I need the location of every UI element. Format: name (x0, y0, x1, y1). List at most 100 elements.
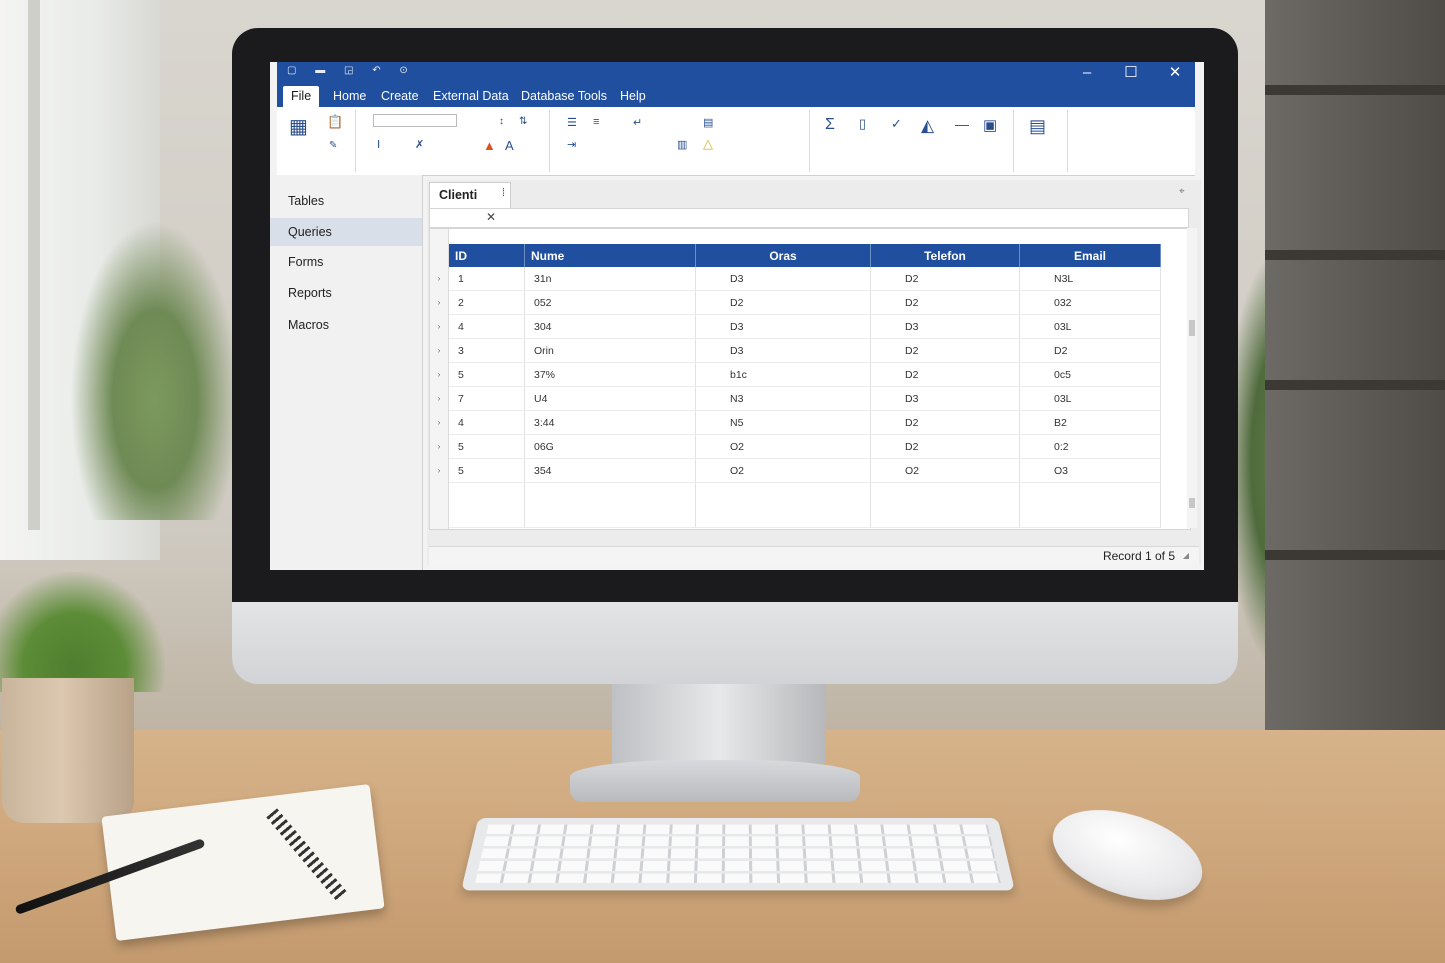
column-header-email[interactable]: Email (1019, 244, 1161, 267)
column-header-oras[interactable]: Oras (695, 244, 871, 267)
table-cell[interactable]: 0:2 (1019, 434, 1161, 459)
table-cell[interactable]: O2 (695, 458, 871, 483)
table-cell[interactable]: 31n (524, 267, 696, 291)
maximize-button[interactable]: ☐ (1111, 62, 1151, 84)
view-icon[interactable]: ▦ (289, 114, 308, 139)
table-row[interactable]: 1 31n D3 D2 N3L (449, 267, 1161, 291)
table-cell[interactable]: U4 (524, 386, 696, 411)
table-cell[interactable]: D3 (870, 314, 1020, 339)
tab-file[interactable]: File (283, 86, 320, 107)
table-cell[interactable]: D2 (870, 362, 1020, 387)
table-cell[interactable]: 0c5 (1019, 362, 1161, 387)
spelling-icon[interactable]: ✓ (891, 116, 902, 132)
table-cell[interactable]: 7 (449, 386, 525, 411)
nav-item-queries[interactable]: Queries (270, 218, 422, 246)
pin-icon[interactable]: ⌖ (1179, 186, 1185, 197)
format-icon[interactable]: ✎ (329, 140, 337, 151)
table-cell[interactable]: 03L (1019, 386, 1161, 411)
nav-item-tables[interactable]: Tables (270, 187, 422, 215)
clipboard-icon[interactable]: 📋 (327, 114, 343, 130)
close-button[interactable]: ✕ (1155, 62, 1195, 84)
table-icon[interactable]: ▥ (677, 138, 687, 151)
table-row[interactable]: 7 U4 N3 D3 03L (449, 386, 1161, 411)
record-selector[interactable]: › (430, 370, 448, 379)
minimize-button[interactable]: – (1067, 62, 1107, 84)
table-cell[interactable]: 37% (524, 362, 696, 387)
table-cell[interactable] (695, 482, 871, 528)
table-cell[interactable]: 03L (1019, 314, 1161, 339)
tab-help[interactable]: Help (612, 86, 654, 107)
table-cell[interactable]: 4 (449, 314, 525, 339)
fill-color-icon[interactable]: ▲ (483, 138, 496, 153)
table-cell[interactable] (524, 482, 696, 528)
table-cell[interactable]: N3L (1019, 267, 1161, 291)
table-cell[interactable]: 5 (449, 458, 525, 483)
bold-icon[interactable]: Ⅰ (377, 138, 380, 151)
records-icon[interactable]: ▯ (859, 116, 866, 132)
table-cell[interactable]: 354 (524, 458, 696, 483)
table-cell[interactable]: 304 (524, 314, 696, 339)
table-cell[interactable]: 032 (1019, 290, 1161, 315)
close-icon[interactable]: ✕ (486, 210, 496, 224)
table-cell[interactable]: D2 (1019, 338, 1161, 363)
table-cell[interactable]: D2 (870, 290, 1020, 315)
record-selector[interactable]: › (430, 418, 448, 427)
table-row[interactable]: 2 052 D2 D2 032 (449, 290, 1161, 315)
table-cell[interactable]: 4 (449, 410, 525, 435)
table-cell[interactable]: 1 (449, 267, 525, 291)
table-cell[interactable]: 06G (524, 434, 696, 459)
table-cell[interactable]: 052 (524, 290, 696, 315)
table-cell[interactable]: N5 (695, 410, 871, 435)
vertical-scrollbar[interactable] (1187, 228, 1197, 528)
table-cell[interactable] (1019, 482, 1161, 528)
tab-create[interactable]: Create (373, 86, 427, 107)
scrollbar-thumb-lower[interactable] (1189, 498, 1195, 508)
totals-icon[interactable]: Σ (825, 116, 835, 134)
table-cell[interactable]: 3:44 (524, 410, 696, 435)
document-tab-clienti[interactable]: Clienti ⁞ (429, 182, 511, 208)
table-cell[interactable]: D2 (870, 338, 1020, 363)
column-header-nume[interactable]: Nume (524, 244, 696, 267)
table-cell[interactable]: D2 (870, 434, 1020, 459)
record-selector[interactable]: › (430, 346, 448, 355)
table-row[interactable]: 5 354 O2 O2 O3 (449, 458, 1161, 483)
sort-icon[interactable]: ↕ (499, 116, 504, 127)
table-cell[interactable]: O2 (870, 458, 1020, 483)
table-cell[interactable]: 3 (449, 338, 525, 363)
table-cell[interactable]: b1c (695, 362, 871, 387)
table-cell[interactable]: O2 (695, 434, 871, 459)
new-record-row[interactable] (449, 482, 1161, 528)
record-selector[interactable]: › (430, 466, 448, 475)
table-cell[interactable]: 2 (449, 290, 525, 315)
table-cell[interactable]: Orin (524, 338, 696, 363)
wrap-icon[interactable]: ↵ (633, 116, 642, 129)
font-color-icon[interactable]: A (505, 138, 514, 153)
record-selector[interactable]: › (430, 442, 448, 451)
indent-icon[interactable]: ⇥ (567, 138, 576, 151)
tab-home[interactable]: Home (325, 86, 374, 107)
table-cell[interactable]: D3 (695, 338, 871, 363)
find-icon[interactable]: ◭ (921, 116, 934, 136)
select-icon[interactable]: ▣ (983, 116, 997, 134)
tab-external-data[interactable]: External Data (425, 86, 517, 107)
table-cell[interactable]: D3 (870, 386, 1020, 411)
search-bar[interactable]: ✕ (429, 208, 1189, 228)
table-row[interactable]: 4 3:44 N5 D2 B2 (449, 410, 1161, 435)
table-cell[interactable] (870, 482, 1020, 528)
table-row[interactable]: 5 37% b1c D2 0c5 (449, 362, 1161, 387)
table-cell[interactable] (449, 482, 525, 528)
column-header-telefon[interactable]: Telefon (870, 244, 1020, 267)
nav-item-forms[interactable]: Forms (270, 248, 422, 276)
table-row[interactable]: 4 304 D3 D3 03L (449, 314, 1161, 339)
highlight-icon[interactable]: △ (703, 136, 713, 152)
text-formatting-icon[interactable]: ▤ (1029, 116, 1046, 137)
strike-icon[interactable]: ✗ (415, 138, 424, 151)
table-cell[interactable]: O3 (1019, 458, 1161, 483)
table-cell[interactable]: 5 (449, 434, 525, 459)
align-center-icon[interactable]: ≡ (593, 116, 599, 128)
table-row[interactable]: 5 06G O2 D2 0:2 (449, 434, 1161, 459)
record-selector[interactable]: › (430, 322, 448, 331)
tab-database-tools[interactable]: Database Tools (513, 86, 615, 107)
filter-icon[interactable]: ⇅ (519, 116, 527, 127)
table-cell[interactable]: D3 (695, 267, 871, 291)
